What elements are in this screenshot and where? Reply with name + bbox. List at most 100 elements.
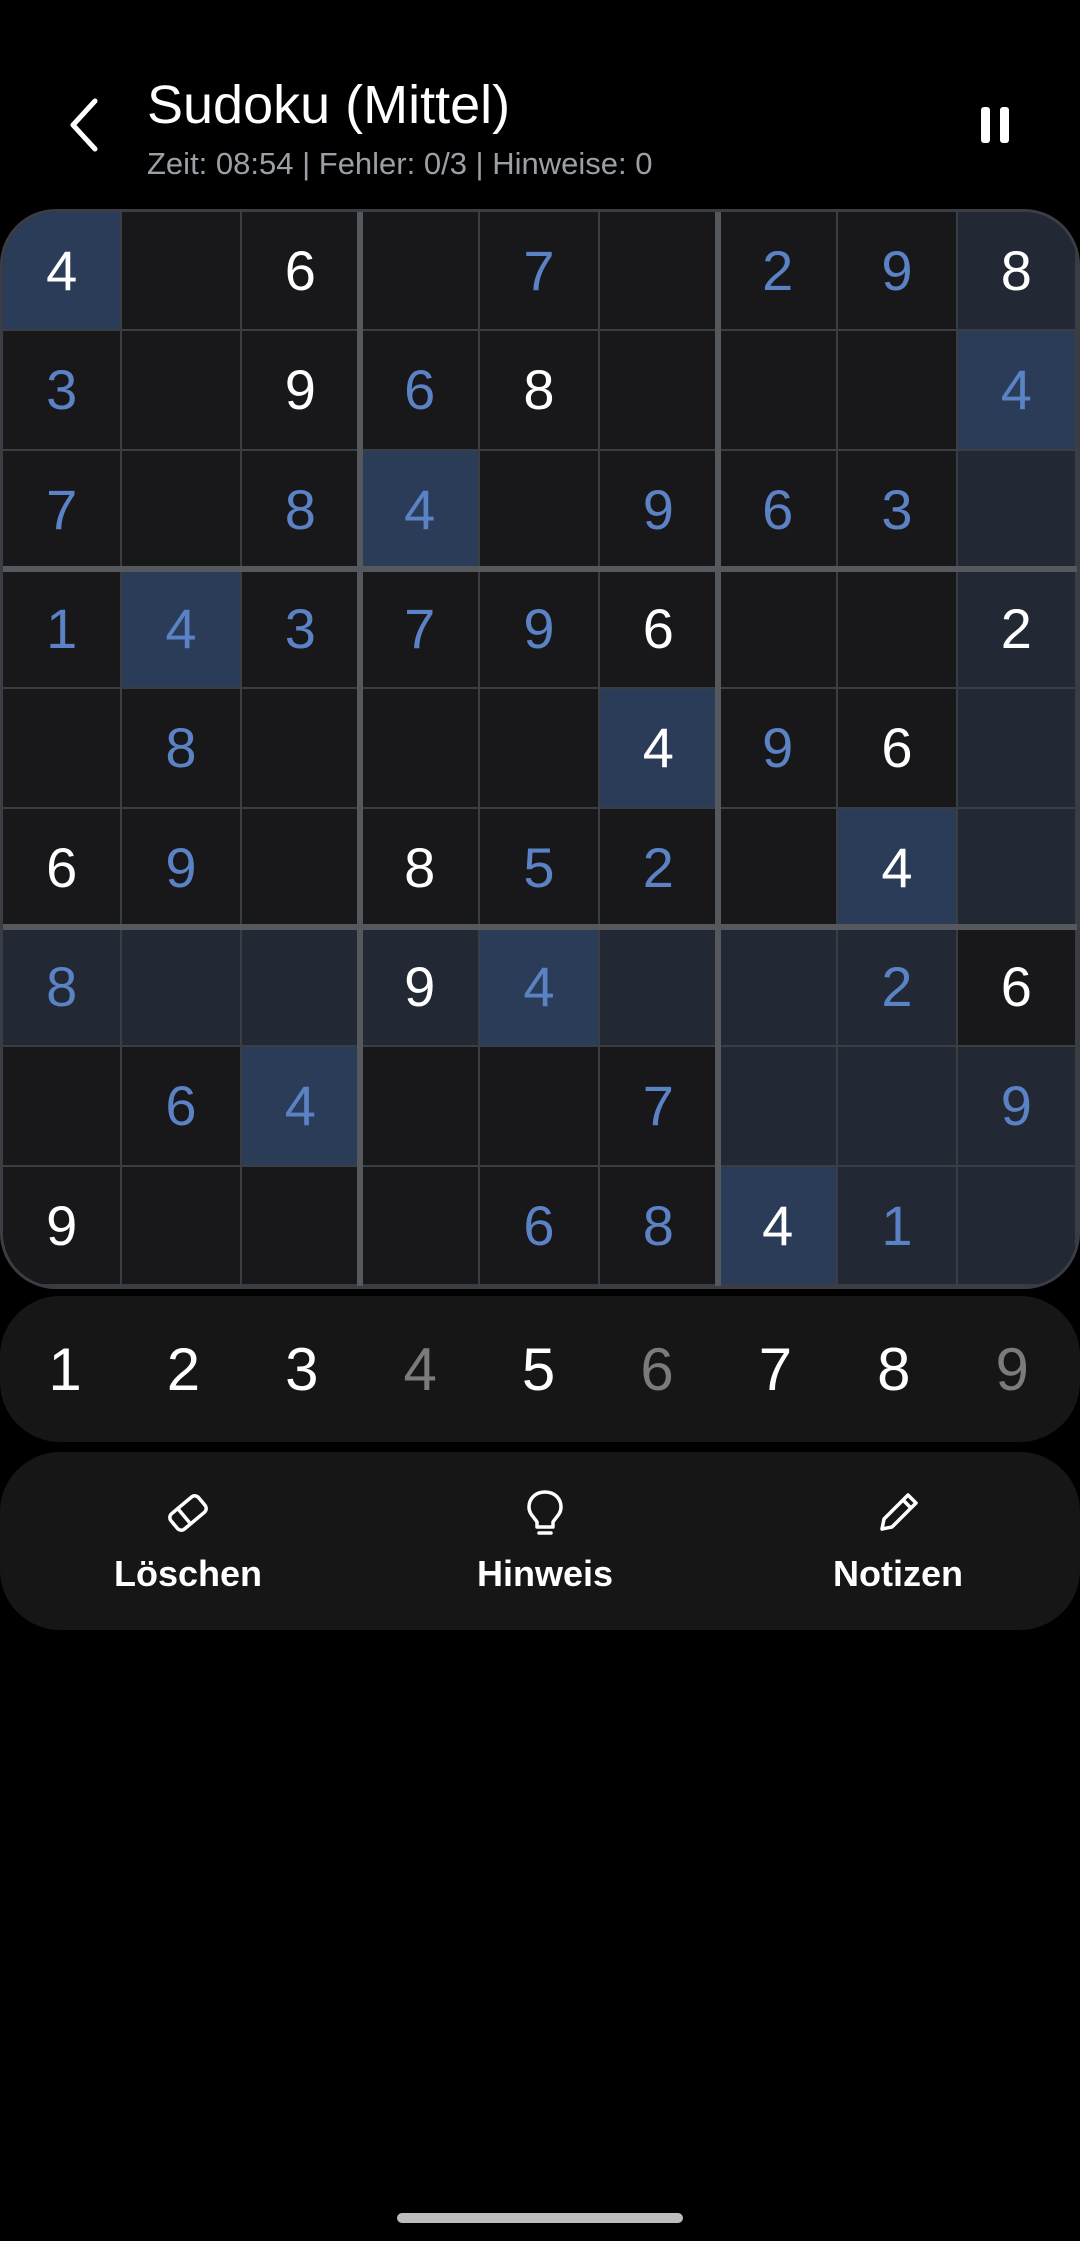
sudoku-cell[interactable]	[361, 689, 481, 809]
pause-button[interactable]	[960, 90, 1030, 160]
hint-button[interactable]: Hinweis	[415, 1452, 675, 1630]
sudoku-cell[interactable]	[3, 1047, 123, 1167]
sudoku-cell[interactable]	[241, 928, 361, 1048]
sudoku-cell[interactable]	[122, 212, 242, 332]
sudoku-cell[interactable]: 4	[599, 689, 719, 809]
sudoku-cell[interactable]	[719, 1047, 839, 1167]
sudoku-cell[interactable]	[361, 1166, 481, 1286]
sudoku-cell[interactable]	[480, 689, 600, 809]
sudoku-cell[interactable]: 4	[957, 331, 1077, 451]
sudoku-cell[interactable]: 9	[838, 212, 958, 332]
number-key[interactable]: 8	[844, 1296, 944, 1442]
sudoku-cell[interactable]	[957, 808, 1077, 928]
sudoku-cell[interactable]	[719, 808, 839, 928]
sudoku-cell[interactable]: 9	[3, 1166, 123, 1286]
sudoku-cell[interactable]: 3	[3, 331, 123, 451]
sudoku-cell[interactable]: 8	[361, 808, 481, 928]
chevron-left-icon	[70, 98, 98, 152]
sudoku-cell[interactable]: 4	[719, 1166, 839, 1286]
sudoku-cell[interactable]: 4	[838, 808, 958, 928]
sudoku-cell[interactable]	[838, 570, 958, 690]
sudoku-cell[interactable]	[719, 331, 839, 451]
sudoku-cell[interactable]: 7	[599, 1047, 719, 1167]
sudoku-cell[interactable]: 4	[361, 450, 481, 570]
sudoku-cell[interactable]: 7	[480, 212, 600, 332]
number-key[interactable]: 6	[607, 1296, 707, 1442]
number-key[interactable]: 9	[962, 1296, 1062, 1442]
back-button[interactable]	[50, 90, 120, 160]
sudoku-cell[interactable]: 8	[3, 928, 123, 1048]
sudoku-cell[interactable]: 6	[122, 1047, 242, 1167]
sudoku-cell[interactable]	[838, 1047, 958, 1167]
sudoku-cell[interactable]	[599, 331, 719, 451]
sudoku-cell[interactable]	[122, 331, 242, 451]
sudoku-cell[interactable]: 6	[719, 450, 839, 570]
sudoku-cell[interactable]	[241, 689, 361, 809]
sudoku-cell[interactable]	[599, 212, 719, 332]
number-key[interactable]: 2	[133, 1296, 233, 1442]
sudoku-cell[interactable]: 2	[599, 808, 719, 928]
sudoku-cell[interactable]	[480, 1047, 600, 1167]
sudoku-cell[interactable]: 9	[361, 928, 481, 1048]
sudoku-cell[interactable]	[241, 808, 361, 928]
sudoku-cell[interactable]	[957, 689, 1077, 809]
number-key[interactable]: 5	[489, 1296, 589, 1442]
sudoku-cell[interactable]: 8	[480, 331, 600, 451]
home-indicator[interactable]	[397, 2213, 683, 2223]
pause-icon	[976, 107, 1014, 143]
sudoku-board: 4672983968478496314379628496698524894266…	[0, 209, 1080, 1289]
sudoku-cell[interactable]: 6	[241, 212, 361, 332]
sudoku-cell[interactable]: 6	[838, 689, 958, 809]
sudoku-cell[interactable]: 1	[3, 570, 123, 690]
sudoku-cell[interactable]: 9	[599, 450, 719, 570]
sudoku-cell[interactable]	[3, 689, 123, 809]
sudoku-cell[interactable]	[480, 450, 600, 570]
sudoku-cell[interactable]	[361, 1047, 481, 1167]
sudoku-cell[interactable]: 6	[480, 1166, 600, 1286]
sudoku-cell[interactable]: 5	[480, 808, 600, 928]
sudoku-cell[interactable]: 9	[480, 570, 600, 690]
sudoku-cell[interactable]: 7	[361, 570, 481, 690]
sudoku-cell[interactable]: 6	[361, 331, 481, 451]
sudoku-cell[interactable]	[361, 212, 481, 332]
number-key[interactable]: 3	[252, 1296, 352, 1442]
sudoku-cell[interactable]	[599, 928, 719, 1048]
sudoku-cell[interactable]: 6	[957, 928, 1077, 1048]
sudoku-cell[interactable]: 2	[719, 212, 839, 332]
sudoku-cell[interactable]: 2	[838, 928, 958, 1048]
box-divider	[3, 924, 1077, 930]
sudoku-cell[interactable]	[241, 1166, 361, 1286]
sudoku-cell[interactable]	[122, 928, 242, 1048]
sudoku-cell[interactable]: 9	[122, 808, 242, 928]
sudoku-cell[interactable]: 4	[3, 212, 123, 332]
sudoku-cell[interactable]: 8	[122, 689, 242, 809]
sudoku-cell[interactable]	[122, 450, 242, 570]
sudoku-cell[interactable]: 1	[838, 1166, 958, 1286]
sudoku-cell[interactable]	[957, 450, 1077, 570]
sudoku-cell[interactable]: 8	[241, 450, 361, 570]
sudoku-cell[interactable]	[719, 928, 839, 1048]
sudoku-cell[interactable]: 8	[599, 1166, 719, 1286]
sudoku-cell[interactable]: 4	[122, 570, 242, 690]
sudoku-cell[interactable]: 2	[957, 570, 1077, 690]
erase-button[interactable]: Löschen	[58, 1452, 318, 1630]
sudoku-cell[interactable]	[957, 1166, 1077, 1286]
sudoku-cell[interactable]: 8	[957, 212, 1077, 332]
sudoku-cell[interactable]: 3	[241, 570, 361, 690]
sudoku-cell[interactable]: 9	[241, 331, 361, 451]
notes-button[interactable]: Notizen	[768, 1452, 1028, 1630]
sudoku-cell[interactable]: 7	[3, 450, 123, 570]
number-key[interactable]: 4	[370, 1296, 470, 1442]
sudoku-cell[interactable]: 9	[957, 1047, 1077, 1167]
number-key[interactable]: 7	[725, 1296, 825, 1442]
sudoku-cell[interactable]	[838, 331, 958, 451]
sudoku-cell[interactable]: 9	[719, 689, 839, 809]
sudoku-cell[interactable]	[122, 1166, 242, 1286]
sudoku-cell[interactable]: 4	[241, 1047, 361, 1167]
sudoku-cell[interactable]: 6	[3, 808, 123, 928]
number-key[interactable]: 1	[15, 1296, 115, 1442]
sudoku-cell[interactable]	[719, 570, 839, 690]
sudoku-cell[interactable]: 6	[599, 570, 719, 690]
sudoku-cell[interactable]: 3	[838, 450, 958, 570]
sudoku-cell[interactable]: 4	[480, 928, 600, 1048]
